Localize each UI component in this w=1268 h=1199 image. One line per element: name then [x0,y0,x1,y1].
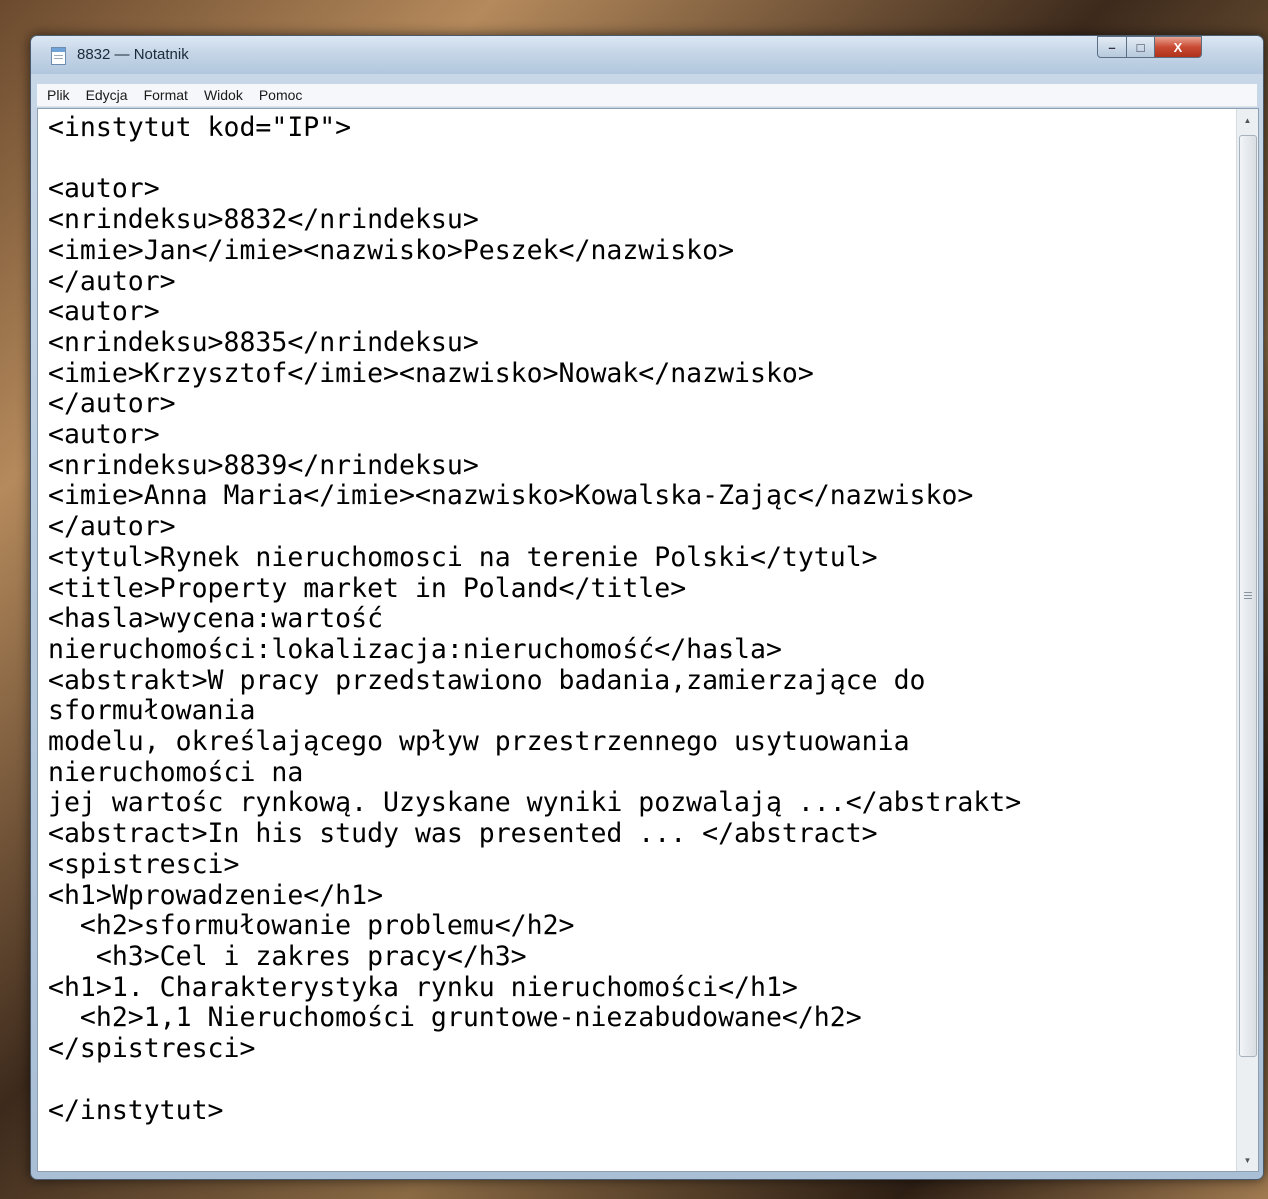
notepad-window: 8832 — Notatnik – □ X Plik Edycja Format… [30,35,1264,1180]
editor-line[interactable]: <imie>Jan</imie><nazwisko>Peszek</nazwis… [48,235,734,266]
editor-line[interactable]: modelu, określającego wpływ przestrzenne… [48,726,910,757]
scroll-down-arrow-icon[interactable]: ▼ [1237,1151,1258,1169]
editor-line[interactable]: </autor> [48,266,176,297]
editor-line[interactable]: <autor> [48,173,160,205]
editor-line[interactable]: <abstrakt>W pracy przedstawiono badania,… [48,665,926,696]
editor-line[interactable]: <nrindeksu>8839</nrindeksu> [48,450,479,481]
scroll-up-arrow-icon[interactable]: ▲ [1237,111,1258,129]
editor-line[interactable]: <imie>Krzysztof</imie><nazwisko>Nowak</n… [48,358,814,389]
menu-help[interactable]: Pomoc [253,87,309,103]
editor-line[interactable]: <h1>1. Charakterystyka rynku nieruchomoś… [48,972,798,1003]
scrollbar-grip-icon [1244,592,1252,599]
editor-line[interactable]: <h2>sformułowanie problemu</h2> [48,910,575,941]
close-button[interactable]: X [1154,36,1202,58]
editor-line[interactable]: <h2>1,1 Nieruchomości gruntowe-niezabudo… [48,1002,862,1034]
notepad-icon [51,47,66,65]
menu-view[interactable]: Widok [198,87,249,103]
text-editor[interactable]: <instytut kod="IP"> <autor> <nrindeksu>8… [37,108,1259,1172]
editor-content[interactable]: <instytut kod="IP"> <autor> <nrindeksu>8… [48,112,1021,1126]
scrollbar-thumb[interactable] [1239,135,1257,1057]
editor-line[interactable]: nieruchomości na [48,757,303,788]
editor-line[interactable]: <h3>Cel i zakres pracy</h3> [48,941,527,972]
editor-line[interactable]: <h1>Wprowadzenie</h1> [48,880,383,911]
vertical-scrollbar[interactable]: ▲ ▼ [1236,109,1258,1171]
editor-line[interactable]: </spistresci> [48,1033,255,1064]
minimize-button[interactable]: – [1097,36,1127,58]
editor-line[interactable]: </autor> [48,388,176,419]
editor-line[interactable]: <abstract>In his study was presented ...… [48,818,878,849]
editor-line[interactable]: sformułowania [48,695,255,727]
menu-format[interactable]: Format [138,87,194,103]
editor-line[interactable]: <nrindeksu>8832</nrindeksu> [48,204,479,235]
editor-line[interactable]: jej wartośc rynkową. Uzyskane wyniki poz… [48,787,1021,819]
window-title: 8832 — Notatnik [77,46,189,63]
editor-line[interactable]: <hasla>wycena:wartość [48,603,383,634]
editor-line[interactable]: </instytut> [48,1095,224,1126]
editor-line[interactable]: <nrindeksu>8835</nrindeksu> [48,327,479,358]
menu-bar: Plik Edycja Format Widok Pomoc [37,84,1257,107]
menu-edit[interactable]: Edycja [80,87,134,103]
title-bar[interactable]: 8832 — Notatnik – □ X [31,36,1263,74]
editor-line[interactable]: <autor> [48,296,160,327]
editor-line[interactable]: <spistresci> [48,849,239,880]
editor-line[interactable]: <title>Property market in Poland</title> [48,573,686,604]
editor-line[interactable]: <imie>Anna Maria</imie><nazwisko>Kowalsk… [48,480,973,512]
editor-line[interactable]: nieruchomości:lokalizacja:nieruchomość</… [48,634,782,665]
editor-line[interactable]: </autor> [48,511,176,542]
maximize-button[interactable]: □ [1126,36,1155,58]
editor-line[interactable]: <tytul>Rynek nieruchomosci na terenie Po… [48,542,878,573]
menu-file[interactable]: Plik [41,87,76,103]
editor-line[interactable]: <instytut kod="IP"> [48,112,351,143]
editor-line[interactable]: <autor> [48,419,160,450]
